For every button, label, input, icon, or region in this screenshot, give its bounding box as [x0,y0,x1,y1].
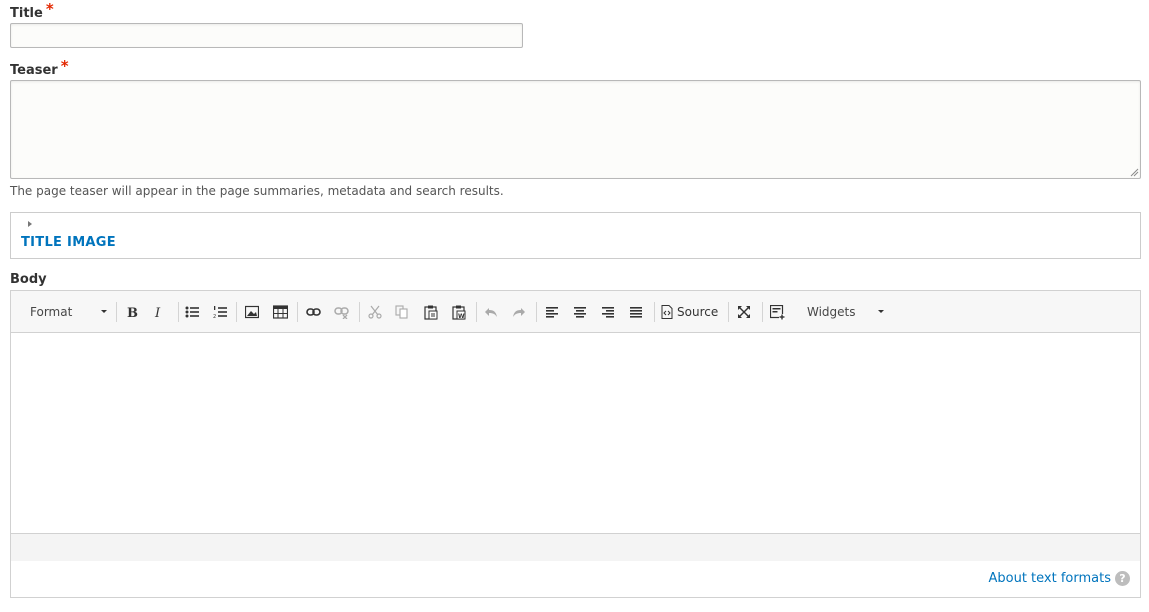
toolbar-separator [762,302,763,322]
collapsed-arrow-icon[interactable] [28,221,32,227]
align-center-button[interactable] [571,301,589,323]
bulleted-list-icon [185,306,199,318]
paste-from-word-button[interactable]: W [450,301,468,323]
editor-content-area[interactable] [11,333,1140,533]
align-center-icon [574,307,586,318]
source-icon [661,305,673,319]
numbered-list-button[interactable]: 2 [211,301,229,323]
redo-button[interactable] [510,301,528,323]
bold-button[interactable]: B [123,301,141,323]
undo-icon [485,308,497,317]
body-editor: Format B I 2 W Source Widgets [10,290,1141,562]
title-image-summary[interactable]: TITLE IMAGE [21,235,116,250]
title-label: Title * [10,0,54,21]
chevron-down-icon [878,310,884,313]
align-left-button[interactable] [543,301,561,323]
align-right-icon [602,307,614,318]
align-left-icon [546,307,558,318]
image-icon [245,305,259,319]
paste-word-icon: W [452,305,466,320]
numbered-list-icon: 2 [213,306,227,319]
editor-status-bar [11,533,1140,561]
align-right-button[interactable] [599,301,617,323]
copy-icon [395,305,408,319]
format-dropdown[interactable]: Format [20,301,110,323]
unlink-button[interactable] [332,301,350,323]
paste-icon [424,305,438,320]
insert-template-button[interactable] [768,301,786,323]
toolbar-separator [297,302,298,322]
italic-button[interactable]: I [150,301,168,323]
toolbar-separator [536,302,537,322]
teaser-textarea[interactable] [10,80,1141,179]
unlink-icon [333,307,349,319]
toolbar-separator [116,302,117,322]
scissors-icon [368,305,382,319]
bold-icon: B [127,306,138,319]
toolbar-separator [476,302,477,322]
redo-icon [513,308,525,317]
chevron-down-icon [101,310,107,313]
svg-text:2: 2 [213,314,216,319]
help-icon[interactable]: ? [1115,571,1130,586]
maximize-icon [738,306,750,318]
editor-toolbar: Format B I 2 W Source Widgets [11,291,1140,333]
toolbar-separator [359,302,360,322]
body-label: Body [10,272,47,287]
insert-table-button[interactable] [271,301,289,323]
italic-icon: I [154,306,161,319]
template-icon [769,304,785,320]
copy-button[interactable] [393,301,411,323]
bulleted-list-button[interactable] [183,301,201,323]
about-text-formats-link[interactable]: About text formats [988,571,1111,586]
svg-text:W: W [458,313,465,320]
paste-button[interactable] [422,301,440,323]
title-image-details[interactable]: TITLE IMAGE [10,212,1141,259]
justify-button[interactable] [627,301,645,323]
title-input[interactable] [10,23,523,48]
toolbar-separator [178,302,179,322]
teaser-description: The page teaser will appear in the page … [10,184,504,198]
format-dropdown-label: Format [30,305,73,319]
link-icon [305,308,321,316]
insert-image-button[interactable] [243,301,261,323]
table-icon [272,305,288,319]
cut-button[interactable] [366,301,384,323]
source-button[interactable]: Source [661,301,723,323]
undo-button[interactable] [482,301,500,323]
svg-text:B: B [127,306,138,319]
required-marker: * [45,0,54,18]
widgets-dropdown-label: Widgets [807,305,856,319]
toolbar-separator [654,302,655,322]
link-button[interactable] [304,301,322,323]
svg-text:I: I [154,306,161,319]
title-label-text: Title [10,6,43,21]
align-justify-icon [630,307,642,318]
required-marker: * [60,57,69,75]
resize-grip-icon[interactable] [1129,167,1139,177]
widgets-dropdown[interactable]: Widgets [796,301,896,323]
maximize-button[interactable] [735,301,753,323]
toolbar-separator [236,302,237,322]
teaser-label: Teaser * [10,57,69,78]
toolbar-separator [728,302,729,322]
source-label: Source [677,305,719,319]
text-format-wrapper: About text formats ? [10,561,1141,598]
teaser-label-text: Teaser [10,63,58,78]
